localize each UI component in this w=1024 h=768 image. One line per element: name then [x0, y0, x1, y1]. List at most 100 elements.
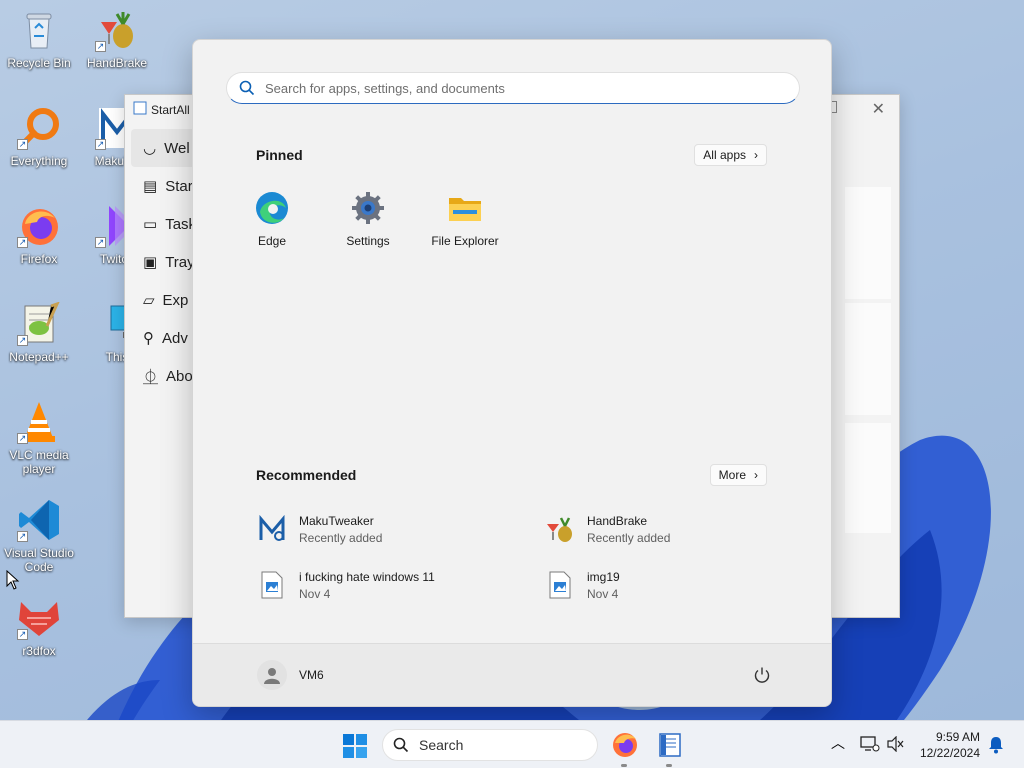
pinned-app-edge[interactable]: Edge	[227, 190, 317, 248]
recommended-item-sub: Nov 4	[587, 586, 619, 601]
desktop-icon-firefox[interactable]: ↗ Firefox	[0, 204, 78, 266]
wrench-icon: ⚲	[143, 330, 154, 347]
everything-icon: ↗	[17, 106, 61, 150]
desktop-icon-vlc[interactable]: ↗ VLC media player	[0, 400, 78, 476]
settings-nav: ◡ Wel ▤ Star ▭ Task ▣ Tray ▱ Exp ⚲ Adv ⏂ Abo	[131, 129, 201, 395]
shortcut-arrow-icon: ↗	[17, 335, 28, 346]
desktop-icon-handbrake[interactable]: ↗ HandBrake	[78, 8, 156, 70]
chevron-right-icon: ›	[754, 148, 758, 162]
shortcut-arrow-icon: ↗	[17, 629, 28, 640]
shortcut-arrow-icon: ↗	[17, 531, 28, 542]
recommended-item-name: i fucking hate windows 11	[299, 569, 435, 584]
notification-bell-icon[interactable]	[988, 736, 1004, 754]
user-icon	[264, 668, 280, 684]
recommended-item-name: HandBrake	[587, 513, 648, 528]
desktop-icon-r3dfox[interactable]: ↗ r3dfox	[0, 596, 78, 658]
content-panel	[845, 423, 891, 533]
r3dfox-icon: ↗	[17, 596, 61, 640]
desktop-icon-notepadpp[interactable]: ↗ Notepad++	[0, 301, 78, 364]
nav-item-taskbar[interactable]: ▭ Task	[131, 205, 201, 243]
user-account-button[interactable]: VM6	[257, 660, 324, 690]
notepadpp-icon: ↗	[17, 301, 61, 346]
chevron-up-icon: ︿	[831, 735, 845, 751]
edge-icon	[254, 190, 290, 226]
settings-gear-icon	[350, 190, 386, 226]
folder-icon: ▱	[143, 292, 155, 309]
desktop-icon-vscode[interactable]: ↗ Visual Studio Code	[0, 498, 78, 574]
nav-item-advanced[interactable]: ⚲ Adv	[131, 319, 201, 357]
makutweaker-icon	[257, 514, 287, 544]
mouse-cursor-icon	[6, 570, 20, 590]
recommended-item[interactable]: i fucking hate windows 11 Nov 4	[257, 565, 517, 605]
pinned-app-label: File Explorer	[431, 234, 499, 248]
windows-start-icon[interactable]	[341, 732, 369, 760]
taskbar: Search ︿ 9:59 AM 12/22/2024	[0, 720, 1024, 768]
taskbar-icon: ▭	[143, 216, 158, 233]
recommended-item[interactable]: MakuTweaker Recently added	[257, 509, 517, 549]
desktop-icon-label: VLC media player	[9, 448, 69, 476]
pinned-app-label: Settings	[346, 234, 390, 248]
clock[interactable]: 9:59 AM 12/22/2024	[920, 729, 980, 761]
handbrake-icon	[545, 514, 575, 544]
search-icon	[393, 737, 409, 753]
taskbar-firefox[interactable]	[611, 731, 639, 767]
search-icon	[239, 80, 255, 96]
image-file-icon	[545, 570, 575, 600]
pinned-app-file-explorer[interactable]: File Explorer	[420, 190, 510, 248]
shortcut-arrow-icon: ↗	[95, 41, 106, 52]
desktop-icon-everything[interactable]: ↗ Everything	[0, 106, 78, 168]
chevron-right-icon: ›	[754, 468, 758, 482]
nav-item-welcome[interactable]: ◡ Wel	[131, 129, 201, 167]
desktop-icon-label: Everything	[10, 154, 68, 168]
avatar	[257, 660, 287, 690]
network-icon[interactable]	[860, 735, 880, 753]
all-apps-button[interactable]: All apps ›	[694, 144, 767, 166]
recycle-bin-icon	[17, 8, 61, 52]
nav-item-tray[interactable]: ▣ Tray	[131, 243, 201, 281]
recommended-item[interactable]: img19 Nov 4	[545, 565, 805, 605]
recommended-item-sub: Nov 4	[299, 586, 331, 601]
desktop-icon-label: HandBrake	[86, 56, 148, 70]
recommended-item-sub: Recently added	[299, 530, 383, 545]
recommended-item-sub: Recently added	[587, 530, 671, 545]
close-icon[interactable]: ✕	[872, 99, 885, 119]
start-search-box[interactable]	[226, 72, 800, 104]
shortcut-arrow-icon: ↗	[95, 139, 106, 150]
handbrake-icon: ↗	[95, 8, 139, 52]
recommended-item-name: MakuTweaker	[299, 513, 374, 528]
desktop-icon-recycle-bin[interactable]: Recycle Bin	[0, 8, 78, 70]
volume-muted-icon[interactable]	[887, 736, 905, 752]
pinned-app-settings[interactable]: Settings	[323, 190, 413, 248]
taskbar-search[interactable]: Search	[382, 729, 598, 761]
power-icon[interactable]	[753, 666, 771, 684]
desktop-icon-label: Notepad++	[9, 350, 69, 364]
nav-item-about[interactable]: ⏂ Abo	[131, 357, 201, 395]
shortcut-arrow-icon: ↗	[95, 237, 106, 248]
pinned-title: Pinned	[256, 147, 303, 163]
vlc-icon: ↗	[17, 400, 61, 444]
desktop-icon-label: Recycle Bin	[7, 56, 71, 70]
image-file-icon	[257, 570, 287, 600]
shortcut-arrow-icon: ↗	[17, 433, 28, 444]
desktop-icon-label: r3dfox	[22, 644, 56, 658]
shortcut-arrow-icon: ↗	[17, 139, 28, 150]
content-panel	[845, 303, 891, 415]
desktop-icon-label: Firefox	[20, 252, 58, 266]
recommended-item[interactable]: HandBrake Recently added	[545, 509, 805, 549]
about-icon: ⏂	[143, 368, 159, 386]
nav-item-start-menu[interactable]: ▤ Star	[131, 167, 201, 205]
smile-icon: ◡	[143, 140, 157, 157]
taskbar-startallback[interactable]	[656, 731, 684, 767]
show-hidden-icons[interactable]: ︿	[831, 733, 845, 753]
taskbar-search-label: Search	[419, 737, 464, 753]
start-menu: Pinned All apps › Edge Settings File Exp…	[192, 39, 832, 707]
more-button[interactable]: More ›	[709, 464, 767, 486]
clock-time: 9:59 AM	[935, 730, 980, 744]
recommended-item-name: img19	[587, 569, 620, 584]
file-explorer-icon	[447, 190, 483, 226]
start-search-input[interactable]	[265, 80, 785, 96]
nav-item-explorer[interactable]: ▱ Exp	[131, 281, 201, 319]
running-indicator	[666, 764, 672, 767]
firefox-icon: ↗	[17, 204, 61, 248]
content-panel	[845, 187, 891, 299]
